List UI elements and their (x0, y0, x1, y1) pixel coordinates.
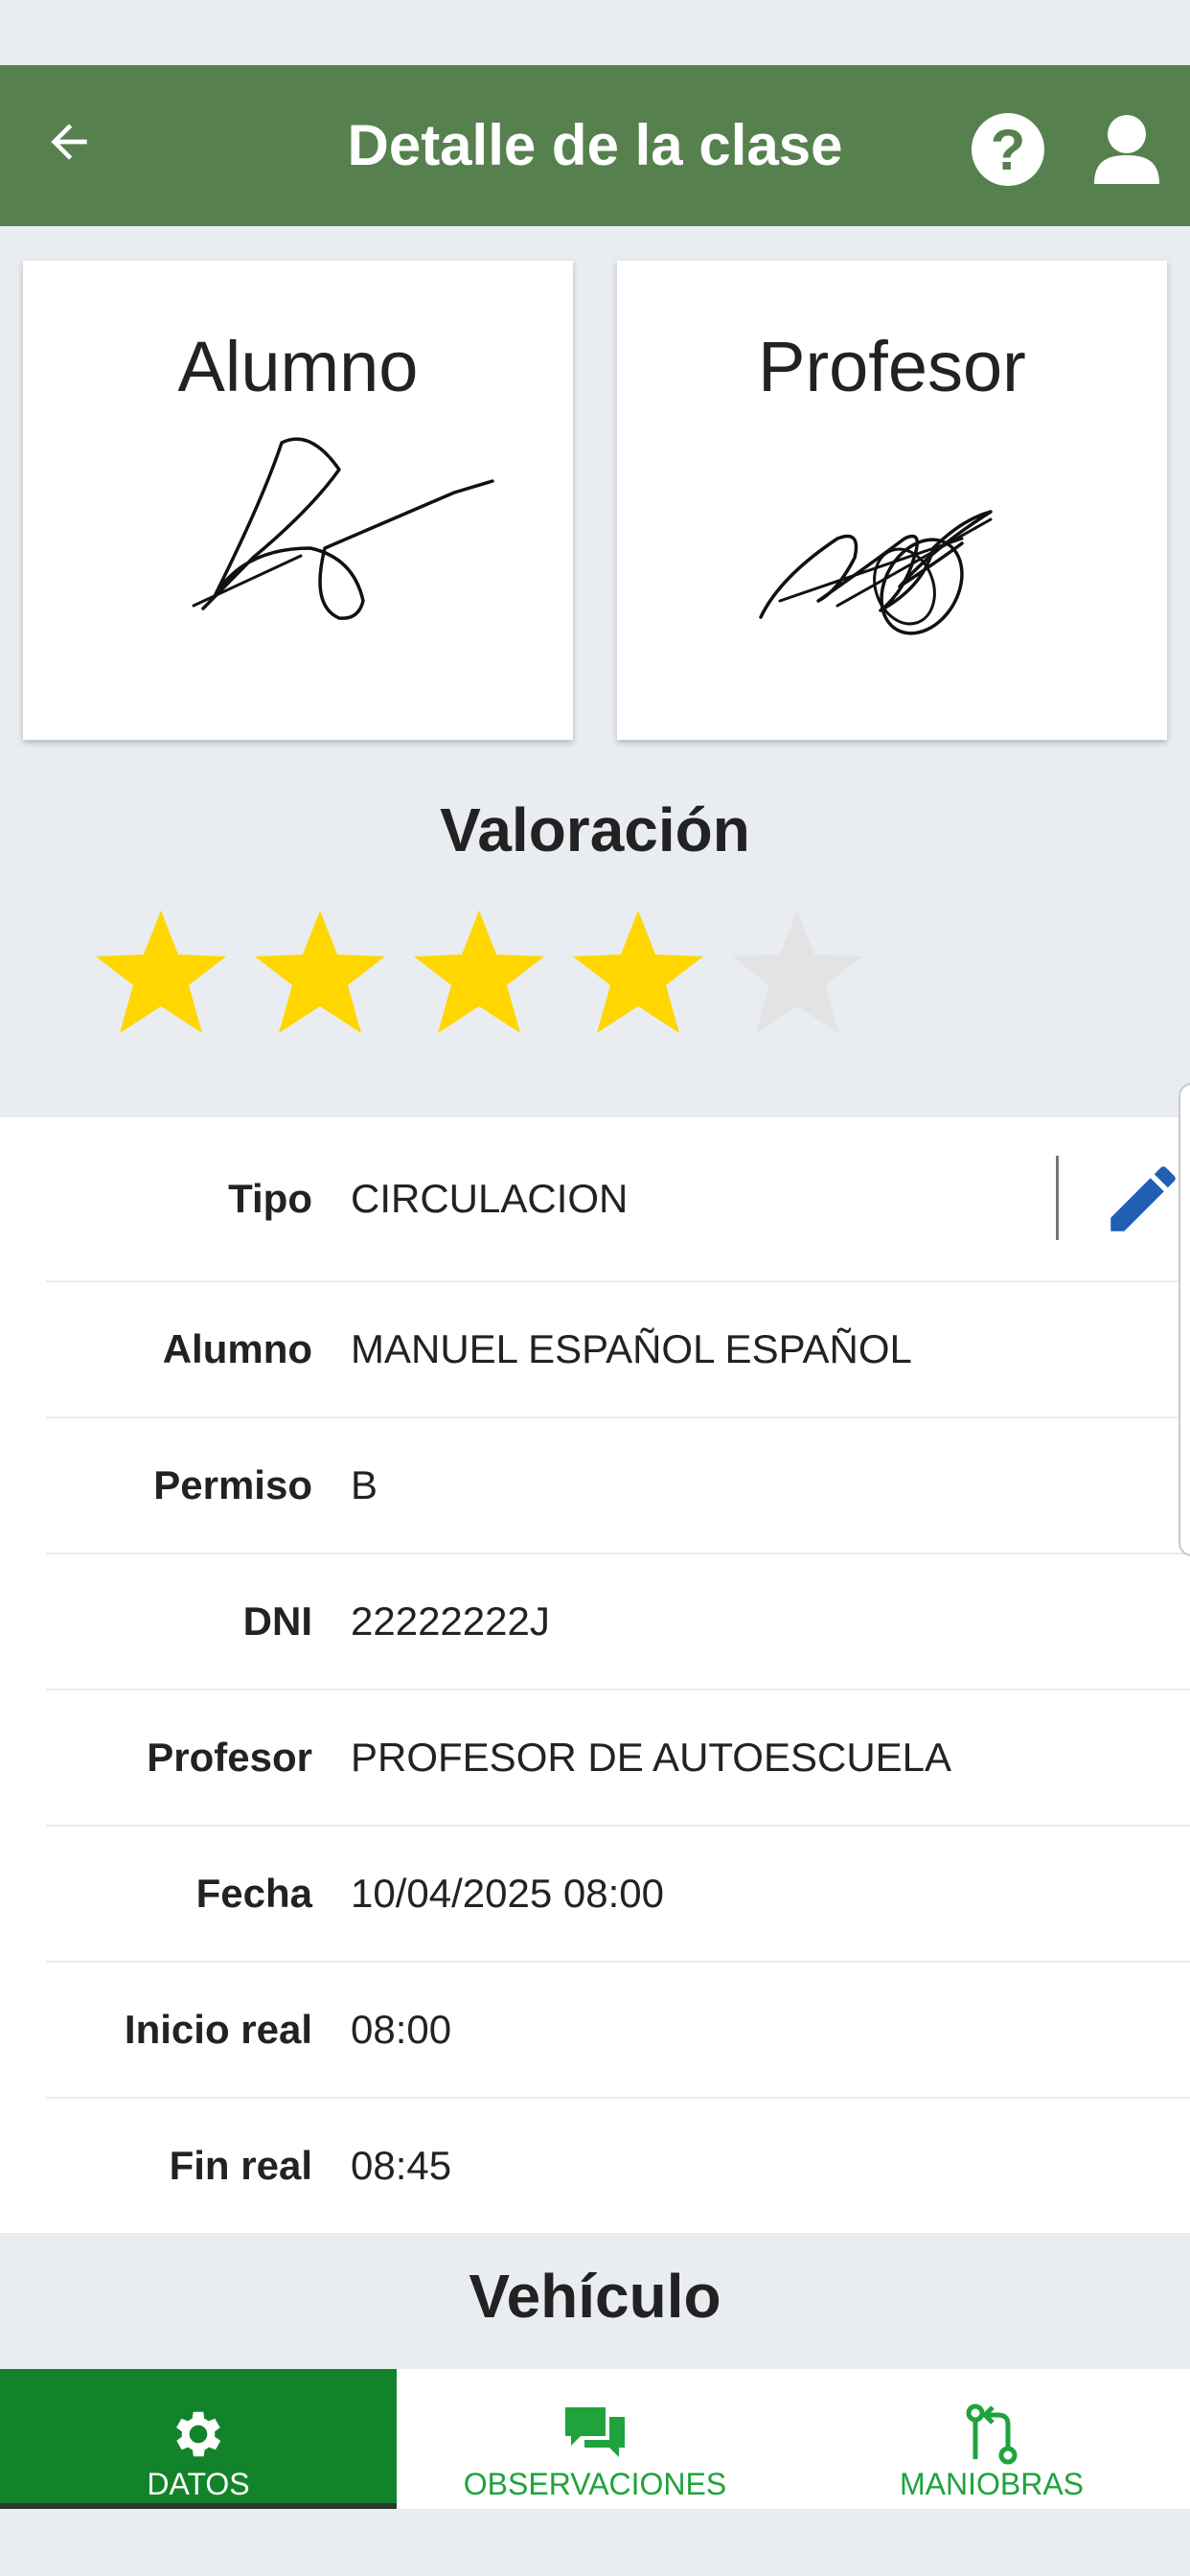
chat-icon (565, 2407, 625, 2457)
tab-maniobras-label: MANIOBRAS (899, 2467, 1085, 2501)
detail-value: 22222222J (351, 1598, 550, 1644)
detail-row: Permiso B (46, 1418, 1190, 1554)
teacher-signature-card[interactable]: Profesor (617, 261, 1167, 740)
student-signature-card[interactable]: Alumno (23, 261, 573, 740)
star-filled-icon[interactable] (412, 907, 546, 1037)
teacher-signature-title: Profesor (758, 327, 1026, 406)
detail-row: Fecha 10/04/2025 08:00 (46, 1827, 1190, 1963)
detail-value: CIRCULACION (351, 1176, 629, 1221)
detail-value: 08:45 (351, 2143, 452, 2188)
detail-label: Fecha (195, 1871, 312, 1916)
star-filled-icon[interactable] (94, 907, 228, 1037)
class-details-list: Fin real 08:45 Inicio real 08:00 Fecha 10/04/… (0, 1117, 1190, 2233)
tab-maniobras[interactable]: MANIOBRAS (793, 2369, 1190, 2509)
detail-label: Profesor (147, 1735, 312, 1780)
detail-row: Tipo CIRCULACION (46, 1117, 1190, 1282)
detail-value: PROFESOR DE AUTOESCUELA (351, 1735, 952, 1780)
detail-row: Profesor PROFESOR DE AUTOESCUELA (46, 1690, 1190, 1827)
detail-row: DNI 22222222J (46, 1554, 1190, 1690)
user-icon (1094, 115, 1159, 184)
detail-row: Inicio real 08:00 (46, 1963, 1190, 2099)
detail-label: Tipo (228, 1176, 312, 1221)
bottom-tab-bar: DATOS OBSERVACIONES MANIOBRAS (0, 2369, 1190, 2509)
student-signature-title: Alumno (177, 327, 419, 406)
pencil-icon (1110, 1166, 1176, 1231)
gear-icon (176, 2411, 221, 2457)
teacher-signature-image (759, 510, 993, 635)
detail-value: B (351, 1462, 378, 1507)
question-circle-icon: ? (990, 117, 1026, 182)
detail-label: Permiso (153, 1462, 312, 1507)
detail-label: Inicio real (124, 2007, 312, 2052)
tab-datos[interactable]: DATOS (0, 2369, 397, 2509)
detail-label: Fin real (169, 2143, 312, 2188)
back-button[interactable] (34, 107, 103, 176)
route-icon (966, 2404, 1018, 2465)
user-profile-button[interactable] (1092, 113, 1161, 186)
rating-title: Valoración (440, 795, 750, 864)
detail-row: Alumno MANUEL ESPAÑOL ESPAÑOL (46, 1282, 1190, 1418)
help-button[interactable]: ? (972, 113, 1044, 186)
tab-datos-label: DATOS (147, 2467, 250, 2501)
edit-button[interactable] (1100, 1156, 1186, 1242)
detail-value: 10/04/2025 08:00 (351, 1871, 664, 1916)
edit-divider (1056, 1156, 1059, 1240)
rating-stars (94, 907, 864, 1037)
star-filled-icon[interactable] (571, 907, 705, 1037)
detail-value: 08:00 (351, 2007, 452, 2052)
detail-label: DNI (242, 1598, 312, 1644)
arrow-left-icon (51, 124, 87, 160)
tab-observaciones-label: OBSERVACIONES (463, 2467, 727, 2501)
detail-label: Alumno (162, 1326, 312, 1371)
star-empty-icon[interactable] (730, 907, 864, 1037)
vehicle-section-title: Vehículo (469, 2262, 721, 2331)
detail-value: MANUEL ESPAÑOL ESPAÑOL (351, 1326, 912, 1371)
star-filled-icon[interactable] (253, 907, 387, 1037)
student-signature-image (192, 437, 494, 620)
side-drawer-handle[interactable] (1179, 1083, 1190, 1556)
tab-observaciones[interactable]: OBSERVACIONES (397, 2369, 793, 2509)
detail-row: Fin real 08:45 (46, 2099, 1190, 2233)
